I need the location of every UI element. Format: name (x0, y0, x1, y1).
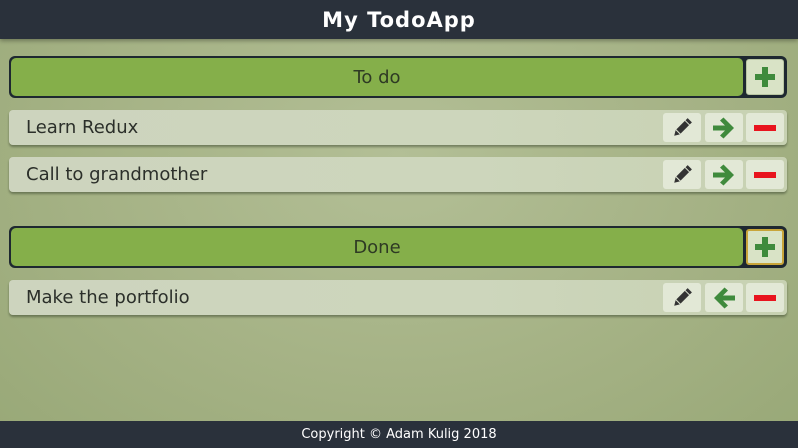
move-to-todo-button[interactable] (705, 283, 743, 312)
app-header: My TodoApp (0, 0, 798, 39)
move-to-done-button[interactable] (705, 160, 743, 189)
task-label: Learn Redux (26, 117, 139, 138)
minus-icon (754, 171, 776, 178)
pencil-icon (674, 287, 692, 306)
move-to-done-button[interactable] (705, 113, 743, 142)
delete-button[interactable] (746, 160, 784, 189)
arrow-right-icon (713, 117, 734, 138)
add-done-button[interactable] (746, 229, 784, 265)
delete-button[interactable] (746, 283, 784, 312)
arrow-right-icon (713, 164, 734, 185)
pencil-icon (674, 164, 692, 183)
task-row: Call to grandmother (9, 157, 787, 192)
task-label: Make the portfolio (26, 287, 190, 308)
edit-button[interactable] (663, 160, 701, 189)
footer: Copyright © Adam Kulig 2018 (0, 421, 798, 448)
edit-button[interactable] (663, 113, 701, 142)
edit-button[interactable] (663, 283, 701, 312)
minus-icon (754, 124, 776, 131)
copyright-text: Copyright © Adam Kulig 2018 (301, 427, 497, 442)
add-todo-button[interactable] (746, 59, 784, 95)
delete-button[interactable] (746, 113, 784, 142)
task-label: Call to grandmother (26, 164, 208, 185)
pencil-icon (674, 117, 692, 136)
app-title: My TodoApp (322, 7, 476, 32)
section-title-done: Done (11, 228, 743, 266)
section-done: Done (9, 226, 787, 268)
section-title-todo: To do (11, 58, 743, 96)
arrow-left-icon (714, 287, 735, 308)
task-row: Learn Redux (9, 110, 787, 145)
minus-icon (754, 294, 776, 301)
plus-icon (755, 237, 775, 257)
task-row: Make the portfolio (9, 280, 787, 315)
plus-icon (755, 67, 775, 87)
section-todo: To do (9, 56, 787, 98)
